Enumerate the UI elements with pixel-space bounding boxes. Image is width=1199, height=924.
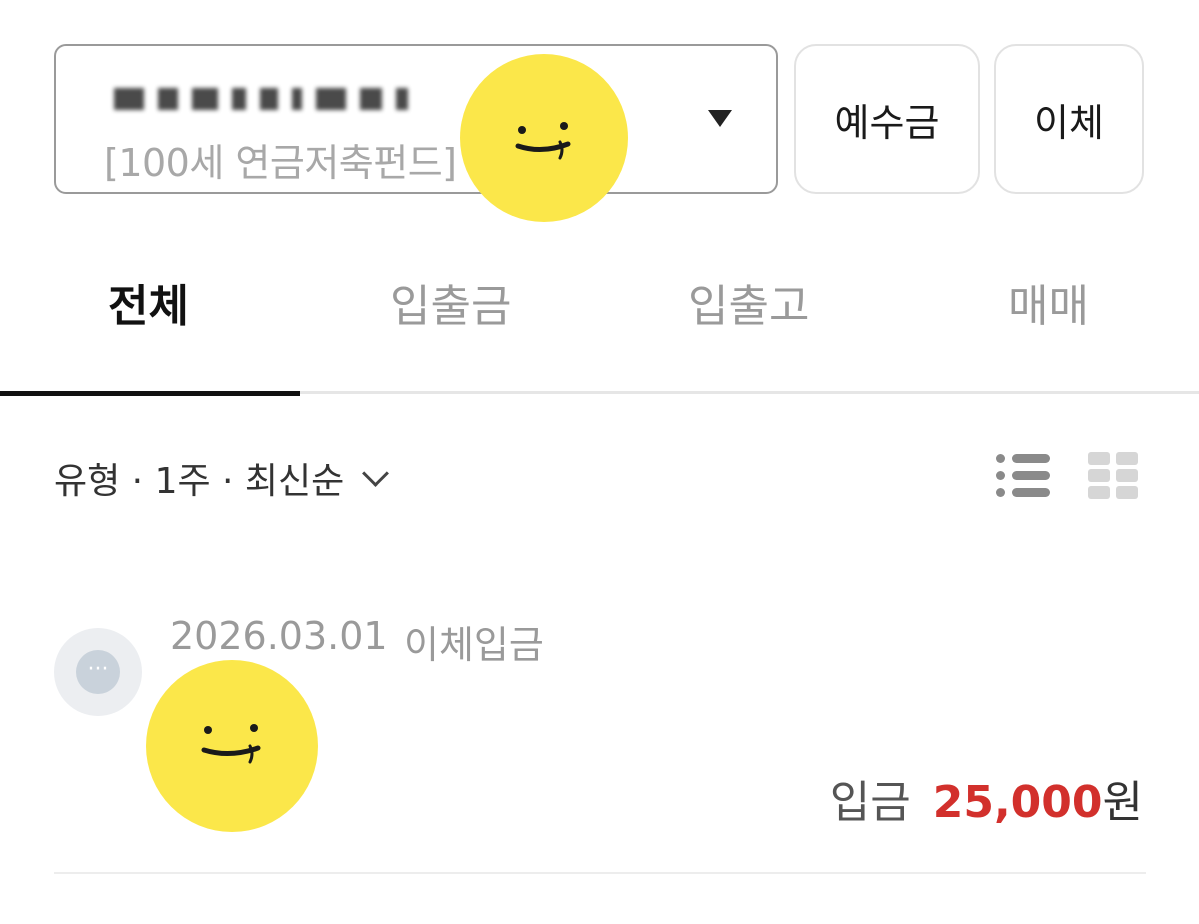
more-icon: ··· xyxy=(76,650,120,694)
account-selector[interactable]: [100세 연금저축펀드] xyxy=(54,44,778,194)
transaction-date: 2026.03.01 xyxy=(170,614,388,658)
chevron-down-icon xyxy=(362,459,390,487)
tab-bar: 전체 입출금 입출고 매매 xyxy=(0,240,1199,396)
amount-label: 입금 xyxy=(829,777,911,828)
transaction-history-screen: [100세 연금저축펀드] 예수금 이체 전체 입출금 입출고 매매 유형 · … xyxy=(0,0,1199,924)
smiley-sticker-icon xyxy=(146,660,318,832)
deposit-balance-button[interactable]: 예수금 xyxy=(794,44,980,194)
transaction-amount-row: 입금 25,000 원 xyxy=(830,766,1143,830)
list-view-icon[interactable] xyxy=(996,452,1052,498)
smiley-sticker-icon xyxy=(460,54,628,222)
transfer-button[interactable]: 이체 xyxy=(994,44,1144,194)
transaction-avatar: ··· xyxy=(54,628,142,716)
filter-selector[interactable]: 유형 · 1주 · 최신순 xyxy=(54,452,390,504)
account-name: [100세 연금저축펀드] xyxy=(104,141,457,185)
amount-currency: 원 xyxy=(1102,777,1143,828)
tab-stock-in-out[interactable]: 입출고 xyxy=(688,270,809,334)
list-divider xyxy=(54,872,1146,874)
grid-view-icon[interactable] xyxy=(1088,452,1138,500)
tab-deposit-withdrawal[interactable]: 입출금 xyxy=(390,270,511,334)
tab-trades[interactable]: 매매 xyxy=(1008,270,1089,334)
filter-label: 유형 · 1주 · 최신순 xyxy=(54,461,345,502)
tab-all[interactable]: 전체 xyxy=(108,270,189,334)
masked-account-number xyxy=(114,76,474,122)
amount-value: 25,000 xyxy=(932,777,1103,828)
active-tab-indicator xyxy=(0,391,300,396)
dropdown-arrow-icon xyxy=(708,110,732,127)
transaction-type: 이체입금 xyxy=(404,623,544,667)
